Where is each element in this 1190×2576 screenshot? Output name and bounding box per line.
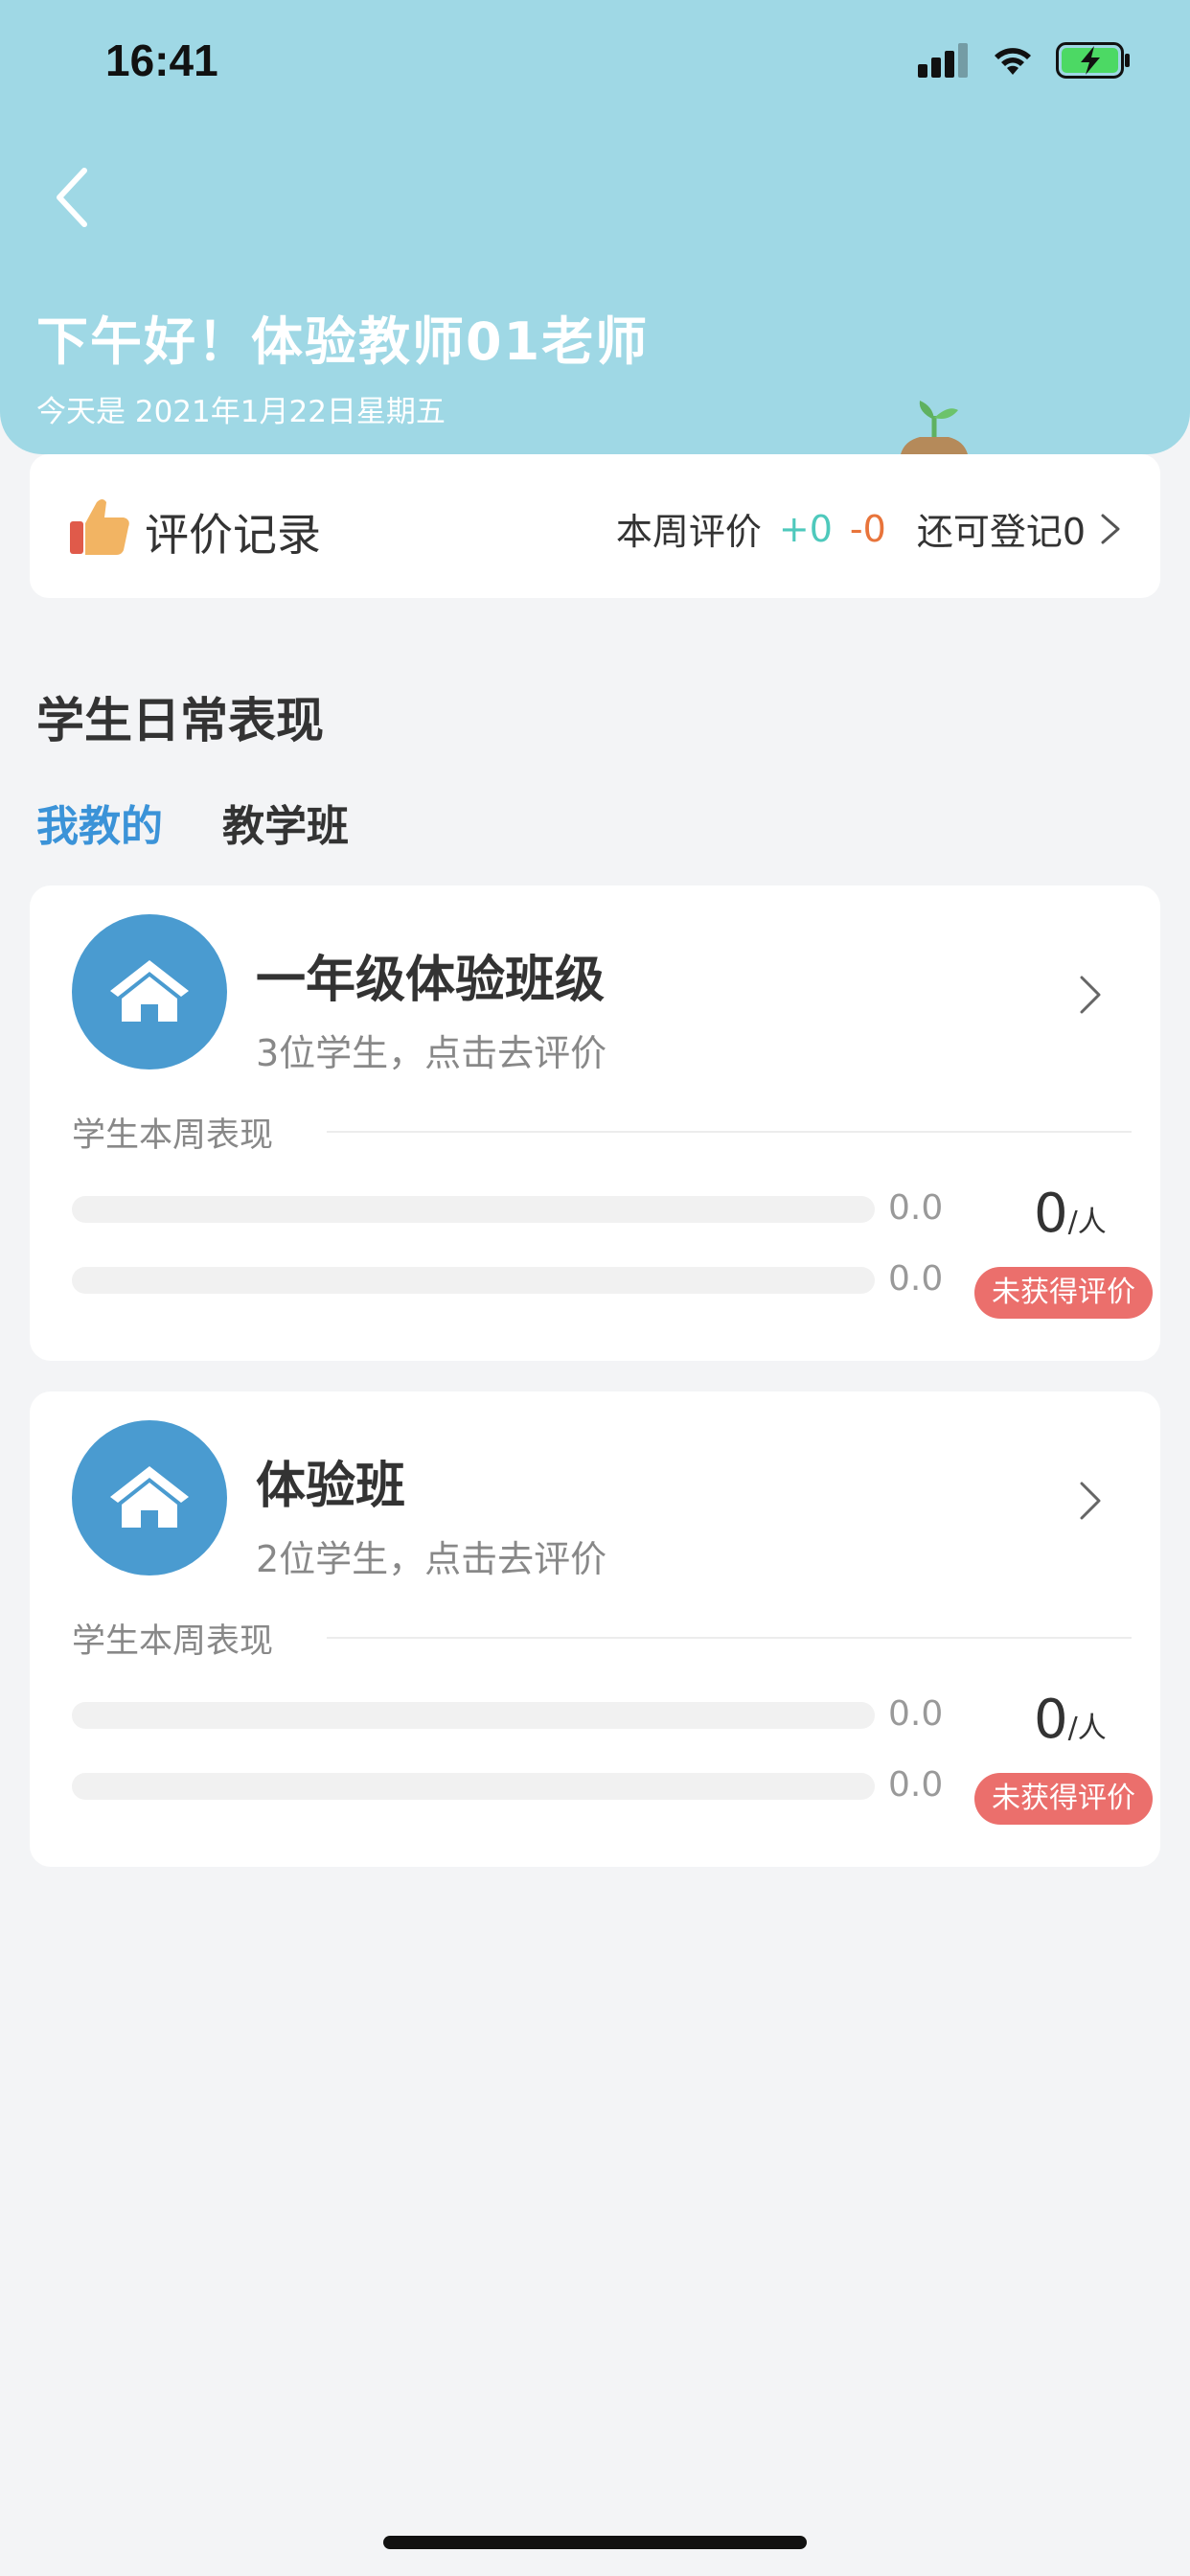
positive-progress-bar: [72, 1702, 875, 1729]
divider: [327, 1637, 1132, 1639]
divider: [327, 1131, 1132, 1133]
negative-score: 0.0: [888, 1765, 944, 1805]
status-time: 16:41: [105, 35, 218, 85]
weekly-performance-label: 学生本周表现: [72, 1116, 274, 1155]
home-icon: [110, 960, 189, 1022]
thumbs-up-icon: [70, 499, 129, 555]
class-subtitle: 2位学生，点击去评价: [256, 1538, 607, 1580]
tab-my-teaching[interactable]: 我教的: [36, 792, 163, 853]
negative-score: 0.0: [888, 1259, 944, 1299]
home-indicator: [383, 2536, 807, 2549]
evaluation-record-card[interactable]: 评价记录 本周评价 +0 -0 还可登记0: [30, 454, 1160, 598]
status-badge: 未获得评价: [974, 1267, 1153, 1319]
wifi-icon: [995, 48, 1031, 75]
negative-progress-bar: [72, 1267, 875, 1294]
remaining-registrations: 还可登记0: [916, 511, 1086, 553]
student-count: 0/人: [1034, 1689, 1107, 1751]
weekly-performance-label: 学生本周表现: [72, 1622, 274, 1661]
status-badge: 未获得评价: [974, 1773, 1153, 1825]
battery-charging-icon: [1056, 42, 1130, 79]
negative-progress-bar: [72, 1773, 875, 1800]
tab-bar: 我教的 教学班: [36, 792, 349, 853]
chevron-right-icon[interactable]: [1078, 974, 1103, 1016]
home-icon: [110, 1466, 189, 1528]
greeting-title: 下午好！体验教师01老师: [36, 311, 650, 372]
date-text: 今天是 2021年1月22日星期五: [36, 395, 446, 429]
plus-count: +0: [778, 507, 833, 550]
student-count-number: 0: [1034, 1183, 1068, 1245]
student-count-unit: /人: [1067, 1712, 1107, 1745]
section-title: 学生日常表现: [36, 693, 324, 748]
class-name: 一年级体验班级: [256, 952, 606, 1009]
class-avatar: [72, 914, 227, 1070]
weekly-evaluation-summary: 本周评价 +0 -0 还可登记0: [616, 502, 1122, 555]
signal-icon: [918, 43, 968, 78]
positive-score: 0.0: [888, 1188, 944, 1228]
class-card[interactable]: 一年级体验班级 3位学生，点击去评价 学生本周表现 0.0 0.0 0/人 未获…: [30, 886, 1160, 1361]
chevron-right-icon[interactable]: [1078, 1480, 1103, 1522]
weekly-evaluation-label: 本周评价: [615, 511, 762, 553]
back-arrow-icon[interactable]: [46, 159, 103, 236]
class-avatar: [72, 1420, 227, 1576]
tab-teaching-class[interactable]: 教学班: [222, 792, 349, 853]
positive-progress-bar: [72, 1196, 875, 1223]
student-count: 0/人: [1034, 1183, 1107, 1245]
student-count-unit: /人: [1067, 1206, 1107, 1239]
evaluation-record-title: 评价记录: [145, 509, 321, 561]
class-name: 体验班: [256, 1458, 406, 1515]
class-card[interactable]: 体验班 2位学生，点击去评价 学生本周表现 0.0 0.0 0/人 未获得评价: [30, 1392, 1160, 1867]
student-count-number: 0: [1034, 1689, 1068, 1751]
class-subtitle: 3位学生，点击去评价: [256, 1032, 607, 1074]
sprout-illustration: [901, 401, 968, 454]
positive-score: 0.0: [888, 1694, 944, 1734]
status-icons: [918, 42, 1131, 79]
minus-count: -0: [849, 507, 886, 550]
chevron-right-icon[interactable]: [1099, 512, 1122, 546]
